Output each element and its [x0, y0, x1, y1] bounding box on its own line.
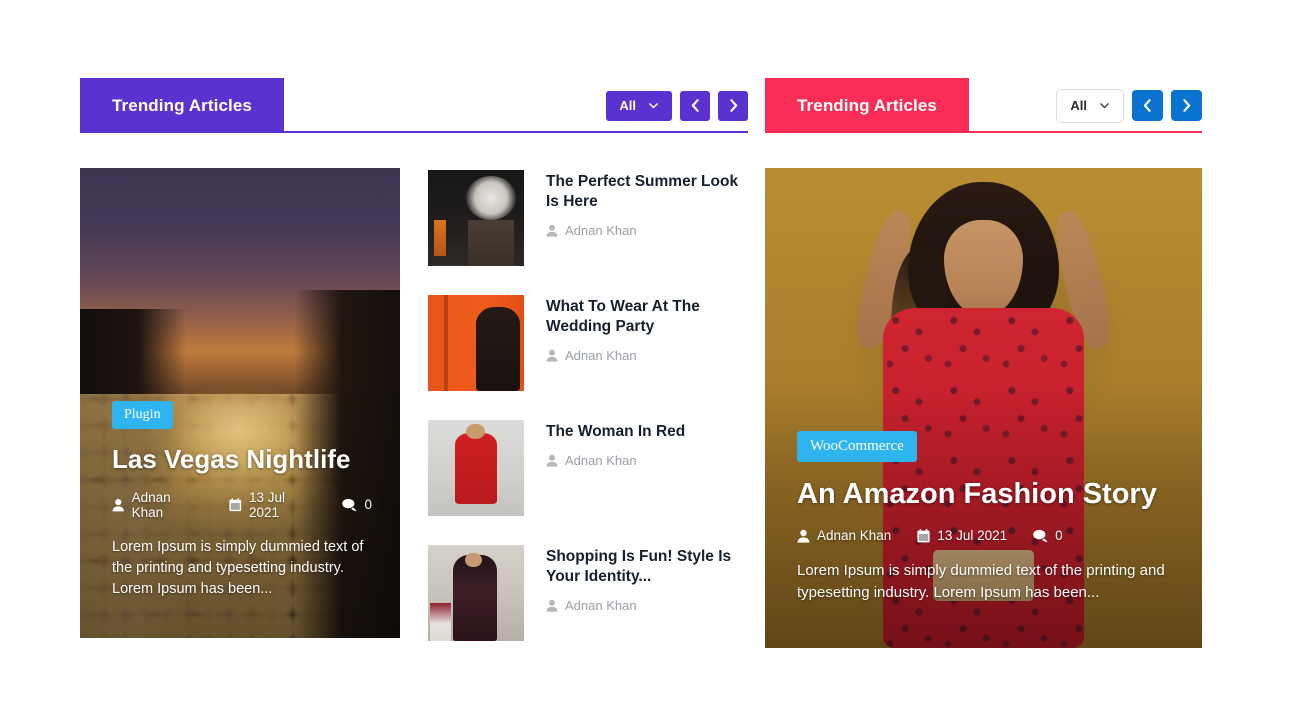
post-thumbnail [428, 420, 524, 516]
category-badge-woocommerce[interactable]: WooCommerce [797, 430, 917, 462]
chevron-right-icon [729, 99, 737, 112]
widget-header-pink: Trending Articles All [765, 78, 1202, 133]
user-icon [546, 454, 558, 467]
widget-controls-pink: All [1056, 78, 1202, 133]
widget-body-pink: WooCommerce An Amazon Fashion Story Adna… [765, 168, 1202, 648]
post-author-meta: Adnan Khan [546, 348, 637, 363]
post-author-meta: Adnan Khan [546, 223, 637, 238]
user-icon [546, 599, 558, 612]
category-badge-plugin[interactable]: Plugin [112, 400, 173, 429]
chevron-down-icon [648, 100, 659, 111]
widget-title-purple: Trending Articles [80, 78, 284, 133]
comment-count: 0 [364, 497, 372, 513]
widget-header-purple: Trending Articles All [80, 78, 748, 133]
category-filter-dropdown-purple[interactable]: All [606, 90, 672, 121]
post-text-block: The Woman In Red Adnan Khan [546, 420, 748, 516]
post-title: The Perfect Summer Look Is Here [546, 173, 739, 210]
featured-post-card-pink[interactable]: WooCommerce An Amazon Fashion Story Adna… [765, 168, 1202, 648]
post-author-name: Adnan Khan [565, 347, 637, 363]
author-meta: Adnan Khan [797, 528, 891, 543]
author-name: Adnan Khan [131, 489, 171, 520]
featured-post-card-purple[interactable]: Plugin Las Vegas Nightlife Adnan Khan 13… [80, 168, 400, 638]
next-slide-button-pink[interactable] [1171, 90, 1202, 121]
post-author-name: Adnan Khan [565, 222, 637, 238]
category-filter-dropdown-pink[interactable]: All [1056, 88, 1124, 123]
trending-post-list-purple: The Perfect Summer Look Is Here Adnan Kh… [428, 168, 748, 641]
comment-icon [342, 498, 358, 511]
author-meta: Adnan Khan [112, 490, 203, 520]
featured-post-title-pink: An Amazon Fashion Story [797, 477, 1157, 510]
calendar-icon [229, 497, 242, 511]
chevron-left-icon [691, 99, 699, 112]
user-icon [797, 529, 810, 543]
post-thumbnail [428, 170, 524, 266]
comment-count: 0 [1055, 528, 1063, 544]
post-thumbnail [428, 295, 524, 391]
filter-selected-value: All [619, 98, 636, 113]
page-stage: Trending Articles All Plugin Las Vegas N… [0, 0, 1292, 727]
list-item[interactable]: Shopping Is Fun! Style Is Your Identity.… [428, 545, 748, 641]
featured-post-excerpt-pink: Lorem Ipsum is simply dummied text of th… [797, 562, 1165, 602]
post-author-name: Adnan Khan [565, 597, 637, 613]
widget-body-purple: Plugin Las Vegas Nightlife Adnan Khan 13… [80, 168, 748, 641]
list-item[interactable]: The Perfect Summer Look Is Here Adnan Kh… [428, 170, 748, 266]
comment-icon [1033, 529, 1048, 542]
widget-controls-purple: All [606, 78, 748, 133]
comments-meta: 0 [1033, 528, 1063, 543]
post-author-meta: Adnan Khan [546, 598, 637, 613]
user-icon [112, 498, 124, 511]
comments-meta: 0 [342, 497, 372, 512]
post-title: The Woman In Red [546, 423, 686, 440]
date-meta: 13 Jul 2021 [229, 490, 316, 520]
featured-post-meta-purple: Adnan Khan 13 Jul 2021 0 [112, 490, 372, 520]
featured-post-title-purple: Las Vegas Nightlife [112, 443, 351, 474]
trending-articles-widget-purple: Trending Articles All Plugin Las Vegas N… [80, 78, 748, 641]
date-meta: 13 Jul 2021 [917, 528, 1007, 543]
post-author-meta: Adnan Khan [546, 453, 637, 468]
filter-selected-value: All [1070, 98, 1087, 113]
post-title: What To Wear At The Wedding Party [546, 298, 700, 335]
list-item[interactable]: What To Wear At The Wedding Party Adnan … [428, 295, 748, 391]
chevron-right-icon [1183, 99, 1191, 112]
post-text-block: Shopping Is Fun! Style Is Your Identity.… [546, 545, 748, 641]
trending-articles-widget-pink: Trending Articles All WooCommerce An Ama… [765, 78, 1202, 648]
post-title: Shopping Is Fun! Style Is Your Identity.… [546, 548, 732, 585]
chevron-down-icon [1099, 100, 1110, 111]
featured-post-content-purple: Plugin Las Vegas Nightlife Adnan Khan 13… [112, 400, 372, 600]
prev-slide-button-pink[interactable] [1132, 90, 1163, 121]
chevron-left-icon [1143, 99, 1151, 112]
featured-post-content-pink: WooCommerce An Amazon Fashion Story Adna… [797, 430, 1172, 604]
post-author-name: Adnan Khan [565, 452, 637, 468]
calendar-icon [917, 528, 930, 543]
featured-post-excerpt-purple: Lorem Ipsum is simply dummied text of th… [112, 538, 364, 597]
author-name: Adnan Khan [817, 528, 892, 544]
post-text-block: What To Wear At The Wedding Party Adnan … [546, 295, 748, 391]
user-icon [546, 224, 558, 237]
next-slide-button-purple[interactable] [718, 90, 748, 121]
post-thumbnail [428, 545, 524, 641]
post-text-block: The Perfect Summer Look Is Here Adnan Kh… [546, 170, 748, 266]
post-date: 13 Jul 2021 [249, 489, 286, 520]
prev-slide-button-purple[interactable] [680, 90, 710, 121]
user-icon [546, 349, 558, 362]
widget-title-pink: Trending Articles [765, 78, 969, 133]
post-date: 13 Jul 2021 [937, 528, 1008, 544]
list-item[interactable]: The Woman In Red Adnan Khan [428, 420, 748, 516]
featured-post-meta-pink: Adnan Khan 13 Jul 2021 0 [797, 528, 1172, 543]
